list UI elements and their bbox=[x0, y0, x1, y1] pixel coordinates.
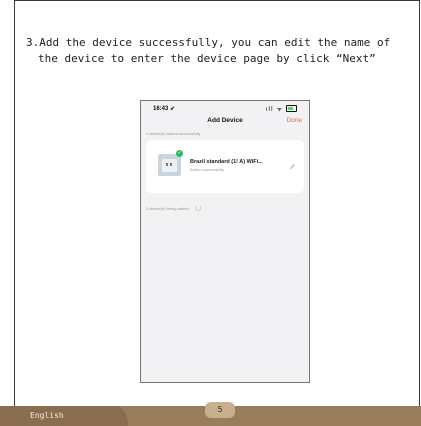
device-card[interactable]: ✓ Brazil standard (1! A) WiFi... Added s… bbox=[146, 140, 304, 193]
device-status: Added successfully bbox=[190, 167, 225, 172]
loading-spinner-icon bbox=[194, 205, 201, 211]
nav-title: Add Device bbox=[207, 117, 243, 124]
device-thumbnail bbox=[158, 154, 181, 176]
status-icons: ıll ᯤ bbox=[266, 104, 297, 113]
signal-wifi-icon: ıll ᯤ bbox=[265, 106, 284, 113]
status-bar: 16:43 ➶ ıll ᯤ bbox=[141, 101, 309, 115]
battery-icon bbox=[286, 105, 297, 112]
instruction-line-1: 3.Add the device successfully, you can e… bbox=[26, 36, 391, 49]
instruction-line-2: the device to enter the device page by c… bbox=[38, 52, 376, 65]
added-count-label: 1 device(s) added successfully bbox=[146, 131, 201, 136]
page-frame-left bbox=[14, 0, 15, 406]
page-frame-right bbox=[419, 0, 420, 406]
status-time: 16:43 ➶ bbox=[153, 106, 176, 112]
instruction-text: 3.Add the device successfully, you can e… bbox=[26, 35, 414, 67]
pending-count-label: 0 device(s) being added bbox=[146, 205, 201, 211]
done-button[interactable]: Done bbox=[286, 117, 302, 124]
edit-pencil-icon[interactable] bbox=[289, 163, 296, 170]
phone-screenshot: 16:43 ➶ ıll ᯤ Add Device Done 1 device(s… bbox=[140, 100, 310, 383]
footer-language-tab bbox=[0, 406, 128, 426]
footer-language: English bbox=[30, 411, 64, 420]
nav-bar: Add Device Done bbox=[141, 115, 309, 129]
success-check-icon: ✓ bbox=[176, 150, 183, 157]
page-number: 5 bbox=[205, 402, 235, 418]
page-frame-top bbox=[14, 0, 420, 1]
device-name: Brazil standard (1! A) WiFi... bbox=[190, 159, 263, 165]
location-arrow-icon: ➶ bbox=[170, 106, 176, 112]
